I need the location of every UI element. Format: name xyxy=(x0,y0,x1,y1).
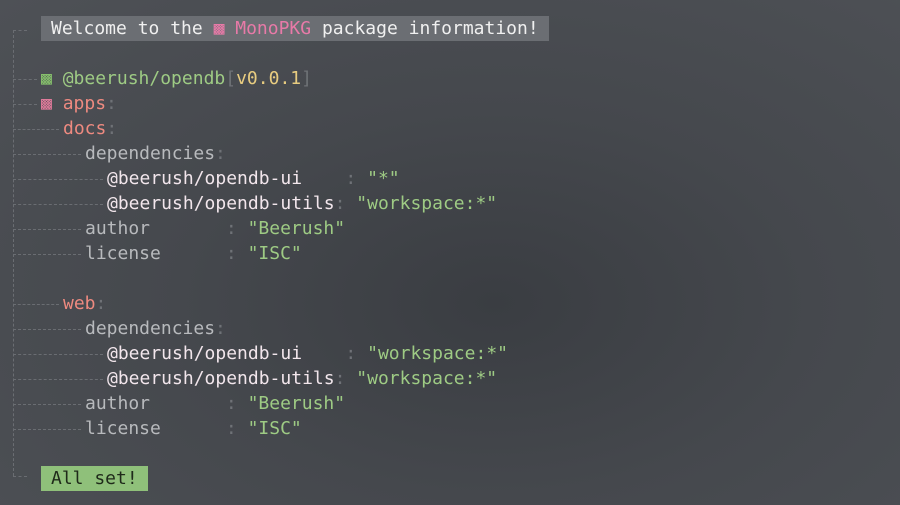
apps-row: ▩ apps: xyxy=(13,91,117,116)
root-package-row: ▩ @beerush/opendb[v0.0.1] xyxy=(13,66,312,91)
root-package-version: v0.0.1 xyxy=(236,68,302,89)
dep-package-name: @beerush/opendb-utils xyxy=(107,193,335,214)
colon: : xyxy=(150,393,248,414)
author-value: "Beerush" xyxy=(247,393,346,414)
docs-dependencies-row: dependencies: xyxy=(13,141,226,166)
web-dependencies-row: dependencies: xyxy=(13,316,226,341)
license-value: "ISC" xyxy=(247,243,302,264)
colon: : xyxy=(106,118,118,139)
dependencies-label: dependencies xyxy=(85,318,216,339)
app-web-row: web: xyxy=(13,291,106,316)
web-dep-row: @beerush/opendb-ui : "workspace:*" xyxy=(13,341,508,366)
colon: : xyxy=(95,293,107,314)
dep-package-name: @beerush/opendb-ui xyxy=(107,343,303,364)
package-box-icon: ▩ xyxy=(41,68,52,89)
dep-version: "workspace:*" xyxy=(367,343,508,364)
author-label: author xyxy=(85,218,151,239)
tree-guide-end xyxy=(13,476,27,477)
banner-suffix: package information! xyxy=(311,18,539,39)
colon: : xyxy=(334,343,368,364)
colon: : xyxy=(160,418,248,439)
colon: : xyxy=(334,193,357,214)
web-dep-row: @beerush/opendb-utils: "workspace:*" xyxy=(13,366,497,391)
colon: : xyxy=(150,218,248,239)
app-docs-row: docs: xyxy=(13,116,117,141)
docs-dep-row: @beerush/opendb-utils: "workspace:*" xyxy=(13,191,497,216)
brand-name: MonoPKG xyxy=(235,18,312,39)
author-label: author xyxy=(85,393,151,414)
license-value: "ISC" xyxy=(247,418,302,439)
license-label: license xyxy=(85,418,161,439)
terminal-window: Welcome to the ▩ MonoPKG package informa… xyxy=(0,0,900,505)
tree-guide-top xyxy=(13,30,27,31)
docs-author-row: author : "Beerush" xyxy=(13,216,345,241)
colon: : xyxy=(334,368,357,389)
dep-version: "workspace:*" xyxy=(356,193,498,214)
license-label: license xyxy=(85,243,161,264)
version-bracket-close: ] xyxy=(301,68,312,89)
colon: : xyxy=(215,143,226,164)
colon: : xyxy=(160,243,248,264)
root-package-name: @beerush/opendb xyxy=(62,68,226,89)
apps-box-icon: ▩ xyxy=(41,93,52,114)
web-author-row: author : "Beerush" xyxy=(13,391,345,416)
banner-prefix: Welcome to the xyxy=(51,18,214,39)
dependencies-label: dependencies xyxy=(85,143,216,164)
colon: : xyxy=(215,318,226,339)
app-name: docs xyxy=(63,118,107,139)
dep-version: "*" xyxy=(367,168,400,189)
version-bracket-open: [ xyxy=(225,68,237,89)
package-box-icon: ▩ xyxy=(213,18,225,39)
apps-label: apps xyxy=(62,93,107,114)
app-name: web xyxy=(63,293,96,314)
docs-dep-row: @beerush/opendb-ui : "*" xyxy=(13,166,400,191)
welcome-banner: Welcome to the ▩ MonoPKG package informa… xyxy=(41,16,549,41)
status-all-set-badge: All set! xyxy=(41,466,148,491)
dep-version: "workspace:*" xyxy=(356,368,498,389)
docs-license-row: license : "ISC" xyxy=(13,241,302,266)
author-value: "Beerush" xyxy=(247,218,346,239)
colon: : xyxy=(106,93,117,114)
web-license-row: license : "ISC" xyxy=(13,416,302,441)
colon: : xyxy=(334,168,368,189)
dep-package-name: @beerush/opendb-ui xyxy=(107,168,303,189)
dep-package-name: @beerush/opendb-utils xyxy=(107,368,335,389)
